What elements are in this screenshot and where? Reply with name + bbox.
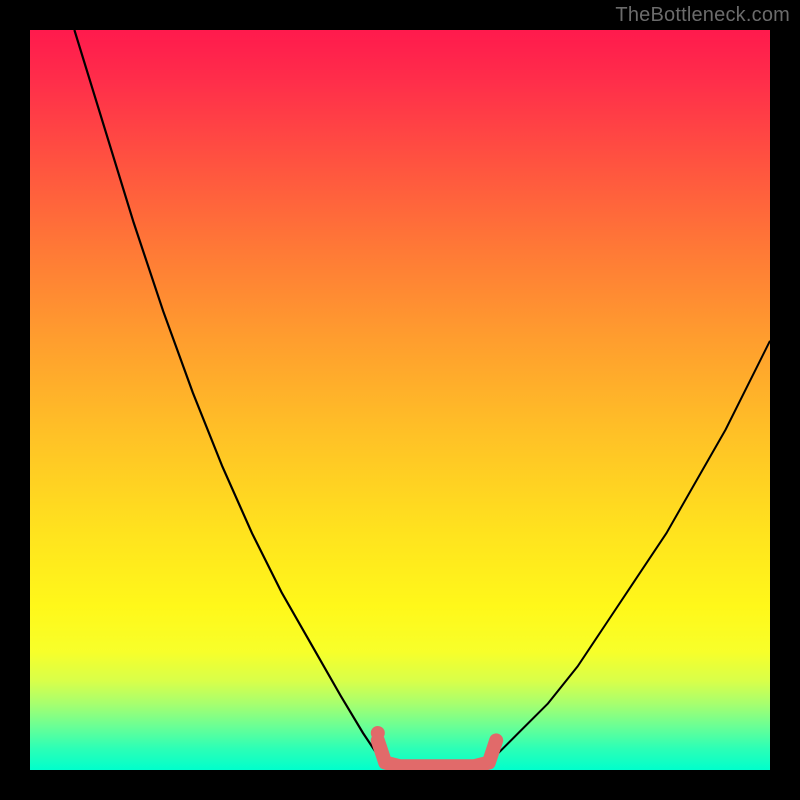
left-branch-path xyxy=(74,30,377,755)
valley-marker-path xyxy=(378,740,496,766)
valley-dot-marker xyxy=(371,726,385,740)
watermark-text: TheBottleneck.com xyxy=(615,4,790,27)
chart-frame: TheBottleneck.com xyxy=(0,0,800,800)
plot-area xyxy=(30,30,770,770)
right-branch-path xyxy=(496,341,770,755)
curve-layer xyxy=(30,30,770,770)
